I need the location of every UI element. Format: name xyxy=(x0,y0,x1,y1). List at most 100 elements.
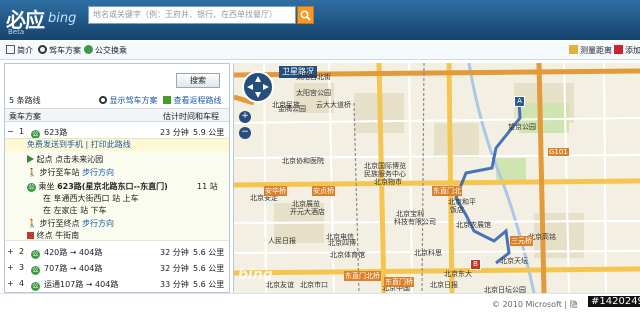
driving-tab[interactable]: 驾车方案 xyxy=(38,45,81,56)
transit-tab[interactable]: 公交换乘 xyxy=(84,45,127,56)
start-marker-icon[interactable]: A xyxy=(514,96,525,107)
intro-tab[interactable]: 简介 xyxy=(6,45,33,56)
map-road-label: 东直门北桥 xyxy=(344,271,381,281)
zoom-in-button[interactable]: + xyxy=(239,111,251,123)
list-icon xyxy=(6,45,15,54)
route-panel: 搜索 5 条路线 显示驾车方案 查看返程路线 乘车方案 估计时间和车程 − 1 … xyxy=(4,63,230,293)
walk-direction-link-2[interactable]: 步行方向 xyxy=(82,219,114,228)
zoom-out-button[interactable]: − xyxy=(239,127,251,139)
plan-column-header: 乘车方案 xyxy=(9,112,41,121)
route-distance: 5.6 公里 xyxy=(193,280,225,289)
route-time: 32 分钟 xyxy=(160,264,189,273)
map-road-label: 三元桥 xyxy=(510,236,533,246)
route-number: 1 xyxy=(19,127,25,136)
ride-step: 公 乘坐 623路(星京北路东口--东直门) xyxy=(27,181,168,192)
reverse-route-link[interactable]: 查看返程路线 xyxy=(163,95,222,106)
walk-direction-link-1[interactable]: 步行方向 xyxy=(82,168,114,177)
app-header: 必应 bing Beta 地名或关键字（例：王府井、银行、在西单找餐厅） xyxy=(0,0,640,40)
route-row-4[interactable]: + 4 公 运通107路 → 404路 33 分钟 5.6 公里 xyxy=(5,276,229,292)
add-label: 添加 xyxy=(625,46,640,55)
map-place-label: 饭店 xyxy=(450,206,464,214)
play-icon xyxy=(27,155,34,163)
route-plan: 707路 → 404路 xyxy=(44,264,103,273)
search-input[interactable]: 地名或关键字（例：王府井、银行、在西单找餐厅） xyxy=(88,6,296,24)
expand-icon: + xyxy=(7,263,14,272)
map-place-label: 北京物市 xyxy=(374,178,402,186)
add-button[interactable]: 添加 xyxy=(614,45,640,56)
map-place-label: 北京东大 xyxy=(444,270,472,278)
compass-icon xyxy=(247,76,269,98)
route-row-3[interactable]: + 3 公 707路 → 404路 32 分钟 5.6 公里 xyxy=(5,260,229,276)
search-icon xyxy=(300,10,311,21)
route-plan: 623路 xyxy=(44,128,68,137)
map-place-label: 金隅公园 xyxy=(278,105,306,113)
intro-tab-label: 简介 xyxy=(17,46,33,55)
measure-distance-button[interactable]: 测量距离 xyxy=(569,45,612,56)
end-text: 终点 牛街南 xyxy=(36,231,80,240)
map-place-label: 北京协和医院 xyxy=(282,157,324,165)
map-road-label: 安贞桥 xyxy=(312,186,335,196)
route-table-header: 乘车方案 估计时间和车程 xyxy=(5,108,229,122)
route-number: 4 xyxy=(19,279,25,288)
route-detail-links[interactable]: 免费发送到手机 | 打印此路线 xyxy=(5,139,229,151)
walk-icon: 🚶 xyxy=(27,219,37,228)
route-number: 3 xyxy=(19,263,25,272)
map-place-label: 北京日报 xyxy=(430,281,458,289)
route-plan: 420路 → 404路 xyxy=(44,248,103,257)
route-time: 33 分钟 xyxy=(160,280,189,289)
footer: © 2010 Microsoft | 隐 xyxy=(0,293,640,313)
walk-step-1: 🚶 步行至车站 步行方向 xyxy=(27,167,114,178)
map-place-label: 北京市口 xyxy=(300,281,328,289)
image-watermark: #1420249 xyxy=(588,296,640,307)
beta-label: Beta xyxy=(8,28,25,36)
route-time: 23 分钟 xyxy=(160,128,189,137)
pin-icon xyxy=(614,45,623,54)
bus-icon xyxy=(84,45,93,54)
pan-control[interactable] xyxy=(242,71,274,103)
walk-step-2: 🚶 步行至终点 步行方向 xyxy=(27,218,114,229)
route-search-button[interactable]: 搜索 xyxy=(176,73,220,88)
reverse-route-label: 查看返程路线 xyxy=(173,96,222,105)
start-text: 起点 点击未来沁园 xyxy=(36,155,104,164)
map-place-label: 北京科思 xyxy=(414,249,442,257)
show-driving-link[interactable]: 显示驾车方案 xyxy=(99,95,158,106)
walk-text-2: 步行至终点 xyxy=(39,219,80,228)
map-place-label: 人民日报 xyxy=(268,237,296,245)
end-step: 终点 牛街南 xyxy=(27,230,79,241)
map-road-label: 东直门桥 xyxy=(384,277,414,287)
expand-icon: + xyxy=(7,247,14,256)
toolbar: 简介 驾车方案 公交换乘 测量距离 添加 xyxy=(0,42,640,60)
map-place-label: 开元大酒店 xyxy=(290,208,325,216)
search-button[interactable] xyxy=(297,6,314,24)
map-road-label: 东直门北 xyxy=(432,186,462,196)
map-view[interactable]: 卫星路况 + − A B bing xyxy=(233,63,640,293)
map-place-label: 望京公园 xyxy=(508,123,536,131)
ride-line: 623路(星京北路东口--东直门) xyxy=(57,182,168,191)
route-row-2[interactable]: + 2 公 420路 → 404路 32 分钟 5.6 公里 xyxy=(5,244,229,260)
route-plan: 运通107路 → 404路 xyxy=(44,280,119,289)
route-time: 32 分钟 xyxy=(160,248,189,257)
map-road-label: G101 xyxy=(548,148,569,156)
route-count: 5 条路线 xyxy=(9,96,41,105)
driving-tab-label: 驾车方案 xyxy=(49,46,81,55)
stop-icon xyxy=(27,232,34,239)
map-road-label: 安华桥 xyxy=(264,186,287,196)
copyright: © 2010 Microsoft | 隐 xyxy=(492,300,578,309)
walk-icon: 🚶 xyxy=(27,168,37,177)
route-distance: 5.9 公里 xyxy=(193,128,225,137)
map-place-label: 北京农展馆 xyxy=(456,221,491,229)
map-place-label: 太阳宫公园 xyxy=(296,89,331,97)
expand-icon: + xyxy=(7,279,14,288)
map-place-label: 云大大道桥 xyxy=(316,101,351,109)
route-distance: 5.6 公里 xyxy=(193,248,225,257)
bus-icon: 公 xyxy=(27,183,36,192)
expand-icon: − xyxy=(7,127,14,136)
start-step: 起点 点击未来沁园 xyxy=(27,154,103,165)
route-number: 2 xyxy=(19,247,25,256)
walk-text-1: 步行至车站 xyxy=(39,168,80,177)
car-icon xyxy=(38,45,47,54)
map-place-label: 北京天坛 xyxy=(500,257,528,265)
time-column-header: 估计时间和车程 xyxy=(163,112,219,121)
alight-stop: 在 左家庄 站 下车 xyxy=(43,206,107,215)
reverse-icon xyxy=(163,96,171,104)
